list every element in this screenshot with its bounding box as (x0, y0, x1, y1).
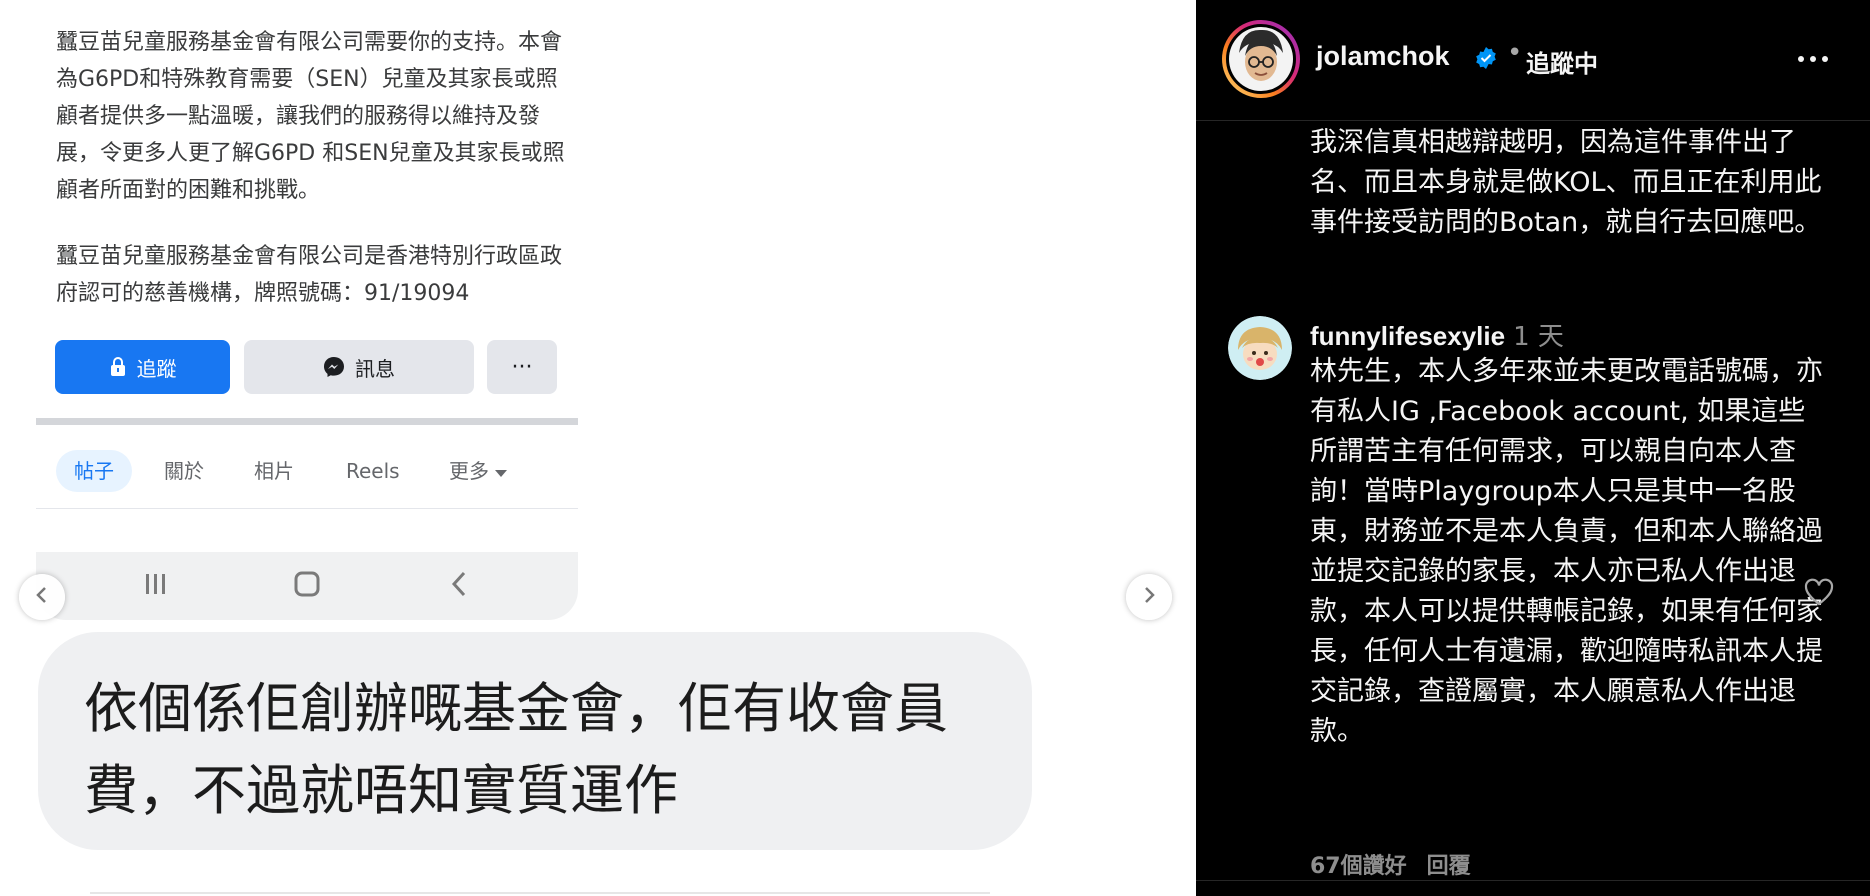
carousel-next-button[interactable] (1126, 574, 1172, 620)
chat-message-text: 依個係佢創辦嘅基金會，佢有收會員費，不過就唔知實質運作 (84, 677, 948, 822)
fb-about-paragraph: 蠶豆苗兒童服務基金會有限公司需要你的支持。本會為G6PD和特殊教育需要（SEN）… (56, 30, 565, 203)
comment-header: funnylifesexylie 1 天 (1310, 316, 1564, 353)
comment-text: 林先生，本人多年來並未更改電話號碼，亦有私人IG ,Facebook accou… (1310, 356, 1823, 747)
tab-photos[interactable]: 相片 (254, 450, 294, 492)
chat-bubble: 依個係佢創辦嘅基金會，佢有收會員費，不過就唔知實質運作 (38, 632, 1032, 850)
facebook-page-screenshot: 蠶豆苗兒童服務基金會有限公司需要你的支持。本會為G6PD和特殊教育需要（SEN）… (36, 0, 578, 620)
android-navigation-bar (36, 552, 578, 620)
tab-about[interactable]: 關於 (164, 450, 204, 492)
fb-more-button[interactable]: ··· (487, 340, 557, 394)
back-icon (449, 570, 469, 602)
following-button[interactable]: 追蹤中 (1526, 44, 1598, 79)
chevron-left-icon (35, 586, 49, 608)
fb-follow-label: 追蹤 (136, 356, 177, 381)
recent-apps-icon (143, 570, 169, 602)
more-options-icon[interactable] (1796, 48, 1830, 67)
comment-likes-count[interactable]: 67個讚好 (1310, 854, 1407, 879)
post-author-username[interactable]: jolamchok (1316, 41, 1450, 72)
comment-avatar[interactable] (1228, 316, 1292, 380)
post-media: 蠶豆苗兒童服務基金會有限公司需要你的支持。本會為G6PD和特殊教育需要（SEN）… (0, 0, 1196, 896)
fb-charity-paragraph: 蠶豆苗兒童服務基金會有限公司是香港特別行政區政府認可的慈善機構，牌照號碼：91/… (56, 244, 563, 306)
chevron-right-icon (1142, 586, 1156, 608)
carousel-prev-button[interactable] (19, 574, 65, 620)
tab-reels[interactable]: Reels (346, 450, 400, 492)
lock-icon (109, 357, 127, 377)
avatar[interactable] (1222, 20, 1300, 98)
comment-username[interactable]: funnylifesexylie (1310, 321, 1505, 351)
separator-dot: • (1507, 38, 1523, 68)
messenger-icon (323, 356, 345, 378)
comment-footer: 67個讚好 回覆 (1310, 848, 1471, 880)
tab-posts[interactable]: 帖子 (56, 450, 132, 492)
caret-down-icon (495, 459, 508, 483)
fb-message-button[interactable]: 訊息 (244, 340, 474, 394)
fb-follow-button[interactable]: 追蹤 (55, 340, 230, 394)
post-caption: 我深信真相越辯越明，因為這件事件出了名、而且本身就是做KOL、而且正在利用此事件… (1310, 127, 1822, 238)
instagram-comments-panel: jolamchok • 追蹤中 我深信真相越辯越明，因為這件事件出了名、而且本身… (1196, 0, 1870, 896)
post-header: jolamchok • 追蹤中 (1196, 0, 1870, 121)
heart-outline-icon[interactable] (1804, 578, 1834, 610)
comment-timestamp[interactable]: 1 天 (1513, 322, 1564, 352)
reply-button[interactable]: 回覆 (1427, 854, 1471, 879)
tab-more-label: 更多 (449, 459, 489, 483)
divider (36, 418, 578, 425)
divider (90, 892, 990, 894)
divider (1196, 880, 1870, 881)
verified-badge-icon (1474, 46, 1498, 74)
tab-more[interactable]: 更多 (449, 450, 508, 492)
fb-tab-bar: 帖子 關於 相片 Reels 更多 (36, 436, 578, 509)
fb-message-label: 訊息 (355, 356, 395, 381)
home-icon (293, 570, 321, 602)
